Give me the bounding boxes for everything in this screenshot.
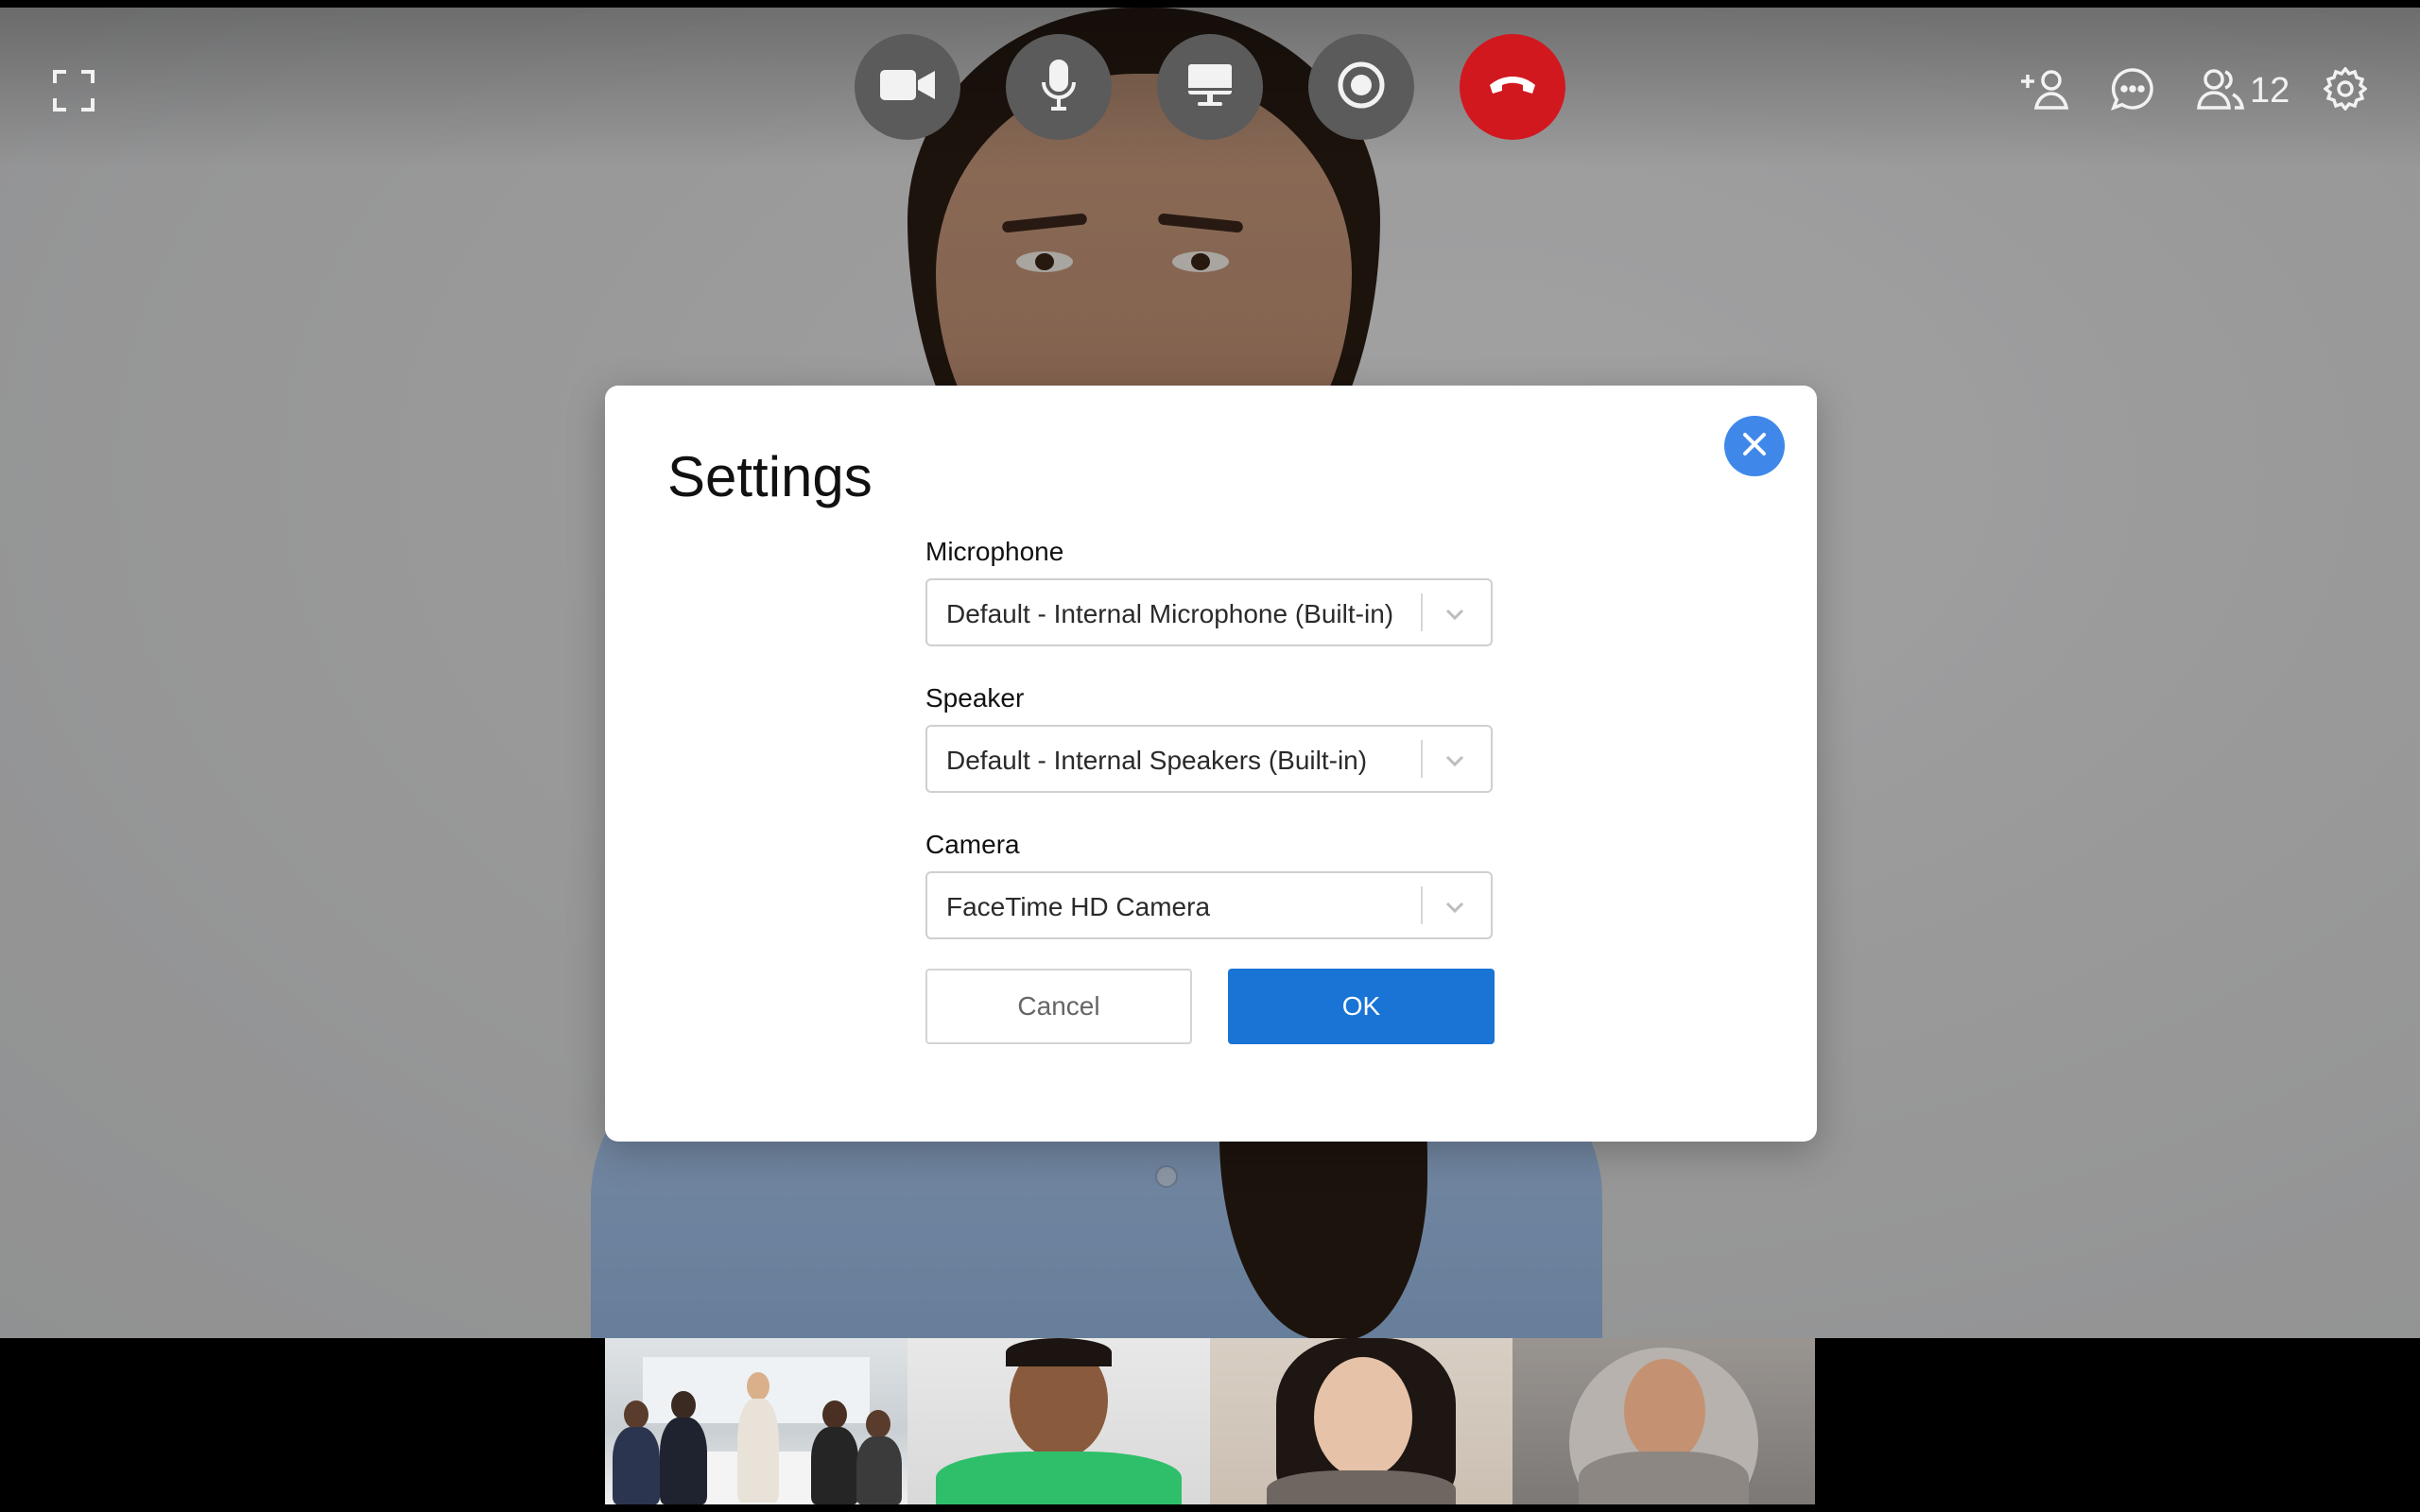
select-separator (1421, 593, 1423, 631)
end-call-button[interactable] (1460, 34, 1565, 140)
participant-thumbnail[interactable] (1512, 1338, 1815, 1504)
thumb-figure (737, 1399, 779, 1503)
microphone-label: Microphone (925, 537, 1064, 566)
thumb-head (747, 1372, 769, 1400)
thumb-head (671, 1391, 696, 1419)
thumb-head (624, 1400, 648, 1429)
thumb-figure (1579, 1452, 1749, 1504)
chat-icon (2110, 66, 2155, 116)
speaker-label: Speaker (925, 683, 1025, 713)
chevron-down-icon[interactable] (1442, 894, 1468, 920)
main-video: 12 Settings Microphone Default - Interna… (0, 8, 2420, 1338)
microphone-icon (1040, 59, 1078, 115)
thumb-hair (1006, 1338, 1112, 1366)
ok-button[interactable]: OK (1228, 969, 1495, 1044)
participant-filmstrip (605, 1338, 1815, 1504)
cancel-button[interactable]: Cancel (925, 969, 1192, 1044)
thumb-head (1624, 1359, 1705, 1463)
hang-up-icon (1487, 72, 1538, 103)
screen-share-button[interactable] (1157, 34, 1263, 140)
participants-button[interactable]: 12 (2197, 66, 2290, 115)
close-button[interactable] (1724, 416, 1785, 476)
select-separator (1421, 740, 1423, 778)
participant-thumbnail[interactable] (908, 1338, 1210, 1504)
select-separator (1421, 886, 1423, 924)
record-icon (1337, 60, 1386, 114)
camera-label: Camera (925, 830, 1020, 859)
thumb-head (822, 1400, 847, 1429)
speaker-select[interactable]: Default - Internal Speakers (Built-in) (925, 725, 1493, 793)
settings-button[interactable] (2323, 65, 2368, 115)
thumb-figure (936, 1452, 1182, 1504)
chevron-down-icon[interactable] (1442, 601, 1468, 627)
settings-dialog: Settings Microphone Default - Internal M… (605, 386, 1817, 1142)
add-person-icon (2021, 68, 2070, 114)
microphone-toggle-button[interactable] (1006, 34, 1112, 140)
thumb-figure (1267, 1470, 1456, 1504)
gear-icon (2323, 65, 2368, 115)
participant-thumbnail[interactable] (1210, 1338, 1512, 1504)
chat-button[interactable] (2110, 66, 2155, 115)
thumb-head (1314, 1357, 1412, 1478)
thumb-figure (613, 1427, 660, 1504)
video-camera-icon (880, 66, 935, 109)
camera-toggle-button[interactable] (855, 34, 960, 140)
camera-select-value: FaceTime HD Camera (946, 892, 1211, 921)
record-button[interactable] (1308, 34, 1414, 140)
chevron-down-icon[interactable] (1442, 747, 1468, 774)
camera-select[interactable]: FaceTime HD Camera (925, 871, 1493, 939)
thumb-figure (660, 1418, 707, 1504)
participant-thumbnail[interactable] (605, 1338, 908, 1504)
thumb-head (866, 1410, 890, 1438)
fullscreen-icon[interactable] (53, 70, 95, 112)
participants-icon (2197, 68, 2245, 114)
close-icon (1742, 432, 1767, 461)
screen-share-icon (1186, 62, 1234, 112)
thumb-figure (856, 1436, 902, 1504)
microphone-select[interactable]: Default - Internal Microphone (Built-in) (925, 578, 1493, 646)
invite-button[interactable] (2021, 66, 2070, 115)
speaker-select-value: Default - Internal Speakers (Built-in) (946, 746, 1368, 775)
thumb-figure (811, 1427, 858, 1504)
dialog-title: Settings (667, 445, 873, 508)
participants-count: 12 (2250, 70, 2290, 111)
microphone-select-value: Default - Internal Microphone (Built-in) (946, 599, 1394, 628)
